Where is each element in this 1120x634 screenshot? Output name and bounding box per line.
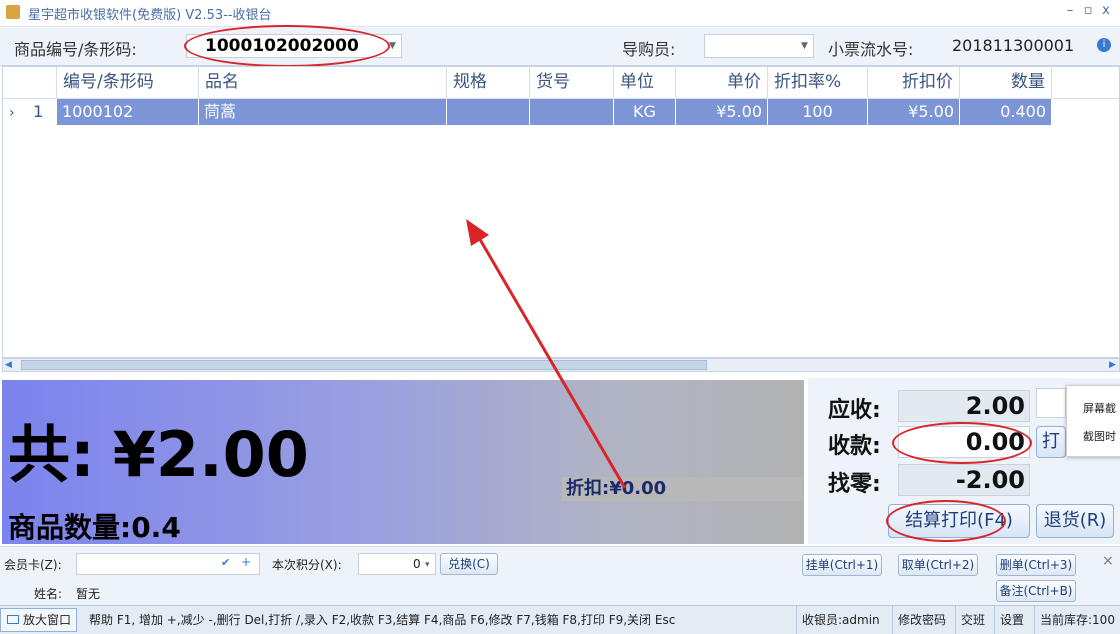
change-label: 找零: [828,472,881,497]
member-card-input[interactable]: ✔ + [76,553,260,575]
hold-order-button[interactable]: 挂单(Ctrl+1) [802,554,882,576]
guide-select[interactable]: ▼ [704,34,814,58]
total-amount: 共: ¥2.00 [8,404,309,494]
cell-unit[interactable]: KG [614,99,676,125]
minimize-icon[interactable]: – [1062,3,1078,18]
screenshot-popup: 屏幕截 截图时 [1066,385,1120,457]
row-index: 1 [33,102,44,121]
popup-line-2: 截图时 [1083,430,1116,443]
header-spec[interactable]: 规格 [447,67,530,98]
receivable-side-box [1036,388,1066,418]
header-discount-rate[interactable]: 折扣率% [768,67,868,98]
info-icon[interactable]: i [1097,38,1111,52]
points-stepper[interactable]: 0 ▾ [358,553,436,575]
note-button[interactable]: 备注(Ctrl+B) [996,580,1076,602]
guide-label: 导购员: [622,40,676,59]
cell-discount-rate[interactable]: 100 [768,99,868,125]
barcode-label: 商品编号/条形码: [14,40,137,59]
annotation-ellipse [886,500,1006,542]
row-indicator: › 1 [3,99,57,125]
close-icon[interactable]: x [1098,3,1114,18]
cell-discount-price[interactable]: ¥5.00 [868,99,960,125]
header-name[interactable]: 品名 [199,67,447,98]
header-qty[interactable]: 数量 [960,67,1052,98]
change-password-link[interactable]: 修改密码 [892,606,951,634]
member-panel: 会员卡(Z): ✔ + 本次积分(X): 0 ▾ 兑换(C) 姓名: 暂无 挂单… [0,546,1120,605]
member-name-value: 暂无 [76,587,101,601]
points-value: 0 [413,557,421,571]
cell-spec[interactable] [447,99,530,125]
total-value: ¥2.00 [112,418,309,491]
scrollbar-thumb[interactable] [21,360,707,370]
header-item-no[interactable]: 货号 [530,67,614,98]
enlarge-window-button[interactable]: 放大窗口 [0,608,78,632]
discount-value: ¥0.00 [609,478,667,499]
annotation-ellipse [184,25,390,67]
header-price[interactable]: 单价 [676,67,768,98]
status-bar: 放大窗口 帮助 F1, 增加 +,减少 -,删行 Del,打折 /,录入 F2,… [0,605,1120,634]
cell-code[interactable]: 1000102 [57,99,199,125]
maximize-icon[interactable]: ▫ [1080,3,1096,18]
header-unit[interactable]: 单位 [614,67,676,98]
receivable-value: 2.00 [898,390,1030,422]
horizontal-scrollbar[interactable]: ◀ ▶ [2,358,1120,372]
cell-qty[interactable]: 0.400 [960,99,1052,125]
product-table: 编号/条形码 品名 规格 货号 单位 单价 折扣率% 折扣价 数量 › 1 10… [2,66,1120,358]
chevron-down-icon[interactable]: ▾ [425,560,430,570]
discount-label: 折扣: [566,478,610,499]
delete-order-button[interactable]: 删单(Ctrl+3) [996,554,1076,576]
points-label: 本次积分(X): [272,558,342,572]
popup-line-1: 屏幕截 [1083,402,1116,415]
total-label: 共: [8,418,95,491]
chevron-down-icon[interactable]: ▼ [801,41,808,51]
enlarge-label: 放大窗口 [23,613,72,627]
member-name-label: 姓名: [34,587,63,601]
member-card-label: 会员卡(Z): [4,558,62,572]
title-bar: 星宇超市收银软件(免费版) V2.53--收银台 – ▫ x [0,0,1120,27]
table-row[interactable]: › 1 1000102 茼蒿 KG ¥5.00 100 ¥5.00 0.400 [3,99,1119,125]
plus-icon[interactable]: + [241,555,251,569]
entry-toolbar: 商品编号/条形码: 1000102002000 ▼ 导购员: ▼ 小票流水号: … [0,25,1120,67]
receipt-number: 201811300001 [952,36,1075,55]
settings-link[interactable]: 设置 [994,606,1029,634]
qty-label: 商品数量: [8,511,132,544]
shortcut-help: 帮助 F1, 增加 +,减少 -,删行 Del,打折 /,录入 F2,收款 F3… [89,613,676,627]
header-indicator [3,67,57,98]
received-label: 收款: [828,434,881,459]
close-icon[interactable]: × [1102,553,1114,569]
change-value: -2.00 [898,464,1030,496]
check-icon[interactable]: ✔ [221,556,230,569]
cell-price[interactable]: ¥5.00 [676,99,768,125]
retrieve-order-button[interactable]: 取单(Ctrl+2) [898,554,978,576]
table-header: 编号/条形码 品名 规格 货号 单位 单价 折扣率% 折扣价 数量 [3,67,1119,99]
qty-value: 0.4 [131,511,181,544]
print-button[interactable]: 打 [1036,426,1066,458]
stock-info: 当前库存:100 [1034,606,1120,634]
header-discount-price[interactable]: 折扣价 [868,67,960,98]
quantity-display: 商品数量:0.4 [8,506,181,546]
scroll-left-icon[interactable]: ◀ [5,360,12,370]
return-button[interactable]: 退货(R) [1036,504,1114,538]
window-icon [7,615,19,624]
annotation-ellipse [892,422,1032,464]
cashier-info: 收银员:admin [796,606,885,634]
redeem-button[interactable]: 兑换(C) [440,553,498,575]
cell-item-no[interactable] [530,99,614,125]
discount-display: 折扣:¥0.00 [562,477,802,501]
shift-link[interactable]: 交班 [955,606,990,634]
row-pointer-icon: › [9,105,15,121]
chevron-down-icon[interactable]: ▼ [389,41,396,51]
total-panel: 共: ¥2.00 折扣:¥0.00 商品数量:0.4 [2,380,804,544]
cell-name[interactable]: 茼蒿 [199,99,447,125]
header-code[interactable]: 编号/条形码 [57,67,199,98]
receipt-label: 小票流水号: [828,40,914,59]
receivable-label: 应收: [828,398,881,423]
window-title: 星宇超市收银软件(免费版) V2.53--收银台 [28,8,272,23]
app-icon [6,5,20,19]
scroll-right-icon[interactable]: ▶ [1109,360,1116,370]
